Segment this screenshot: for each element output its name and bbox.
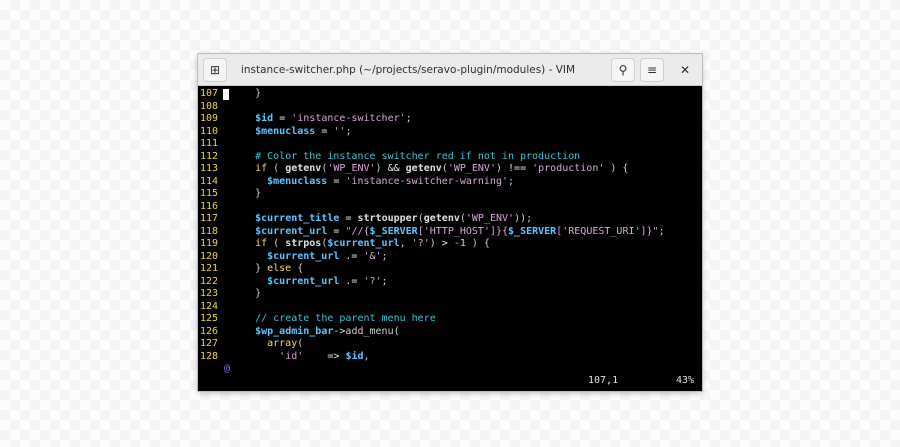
line-code: } — [231, 288, 262, 299]
close-icon: ✕ — [679, 63, 691, 77]
code-line[interactable]: 114 $menuclass = 'instance-switcher-warn… — [198, 176, 702, 189]
line-number: 114 — [200, 175, 219, 187]
vim-editor[interactable]: @ 107,1 43% 107 } 108 109 $id = 'instance-… — [198, 86, 702, 391]
line-code: $wp_admin_bar->add_menu( — [255, 325, 400, 337]
line-code: $current_url = "//{$_SERVER['HTTP_HOST']… — [255, 225, 665, 237]
code-line[interactable]: 111 — [198, 138, 702, 151]
code-line[interactable]: 117 $current_title = strtoupper(getenv('… — [198, 213, 702, 226]
line-number: 119 — [200, 238, 219, 249]
code-line[interactable]: 125 // create the parent menu here — [198, 313, 702, 326]
line-number: 117 — [200, 213, 219, 224]
line-number: 107 — [200, 88, 219, 99]
code-line[interactable]: 126 $wp_admin_bar->add_menu( — [198, 326, 702, 339]
menu-button[interactable]: ≡ — [640, 58, 664, 82]
code-line[interactable]: 115 } — [198, 188, 702, 201]
line-code: // create the parent menu here — [255, 313, 436, 324]
line-number: 127 — [200, 338, 219, 349]
line-number: 128 — [200, 350, 219, 362]
line-number: 115 — [200, 188, 219, 199]
code-line[interactable]: 118 $current_url = "//{$_SERVER['HTTP_HO… — [198, 226, 702, 239]
continuation-marker: @ — [224, 363, 231, 374]
line-code: $id = 'instance-switcher'; — [255, 113, 412, 124]
hamburger-menu-icon: ≡ — [646, 63, 658, 77]
title-bar: ⊞ instance-switcher.php (~/projects/sera… — [198, 54, 702, 86]
line-code: $menuclass = 'instance-switcher-warning'… — [267, 175, 515, 187]
vim-window: ⊞ instance-switcher.php (~/projects/sera… — [198, 54, 702, 391]
code-line[interactable]: 123 } — [198, 288, 702, 301]
line-number: 121 — [200, 263, 219, 274]
line-code: } — [231, 188, 262, 199]
window-title: instance-switcher.php (~/projects/seravo… — [240, 64, 576, 76]
code-line[interactable]: 122 $current_url .= '?'; — [198, 276, 702, 289]
code-line[interactable]: 107 } — [198, 88, 702, 101]
line-number: 109 — [200, 113, 219, 124]
line-code: array( — [267, 338, 304, 349]
line-number: 108 — [200, 100, 219, 112]
code-line[interactable]: 109 $id = 'instance-switcher'; — [198, 113, 702, 126]
line-code: 'id' => $id, — [279, 350, 370, 362]
line-number: 123 — [200, 288, 219, 299]
new-tab-button[interactable]: ⊞ — [203, 58, 227, 82]
code-line[interactable]: 110 $menuclass = ''; — [198, 126, 702, 139]
text-cursor — [223, 89, 229, 100]
line-number: 125 — [200, 313, 219, 324]
line-code: if ( strpos($current_url, '?') > -1 ) { — [255, 238, 490, 249]
code-line[interactable]: 124 — [198, 301, 702, 314]
line-number: 111 — [200, 138, 219, 149]
line-code: $current_url .= '?'; — [267, 275, 388, 287]
code-line[interactable]: 121 } else { — [198, 263, 702, 276]
search-icon: ⚲ — [618, 63, 628, 77]
line-code: $current_title = strtoupper(getenv('WP_E… — [255, 213, 533, 224]
code-line[interactable]: 127 array( — [198, 338, 702, 351]
line-number: 112 — [200, 150, 219, 162]
line-code: } — [231, 88, 262, 99]
code-line[interactable]: 119 if ( strpos($current_url, '?') > -1 … — [198, 238, 702, 251]
line-number: 110 — [200, 125, 219, 137]
code-line[interactable]: 108 — [198, 101, 702, 114]
close-button[interactable]: ✕ — [673, 58, 697, 82]
line-code: $menuclass = ''; — [255, 125, 352, 137]
line-number: 113 — [200, 163, 219, 174]
search-button[interactable]: ⚲ — [611, 58, 635, 82]
line-number: 124 — [200, 300, 219, 312]
code-line[interactable]: 120 $current_url .= '&'; — [198, 251, 702, 264]
code-line[interactable]: 112 # Color the instance switcher red if… — [198, 151, 702, 164]
code-line[interactable]: 128 'id' => $id, — [198, 351, 702, 364]
code-line[interactable]: 116 — [198, 201, 702, 214]
line-number: 120 — [200, 250, 219, 262]
new-tab-icon: ⊞ — [209, 63, 221, 77]
code-line[interactable]: 113 if ( getenv('WP_ENV') && getenv('WP_… — [198, 163, 702, 176]
line-code: # Color the instance switcher red if not… — [255, 150, 581, 162]
line-number: 122 — [200, 275, 219, 287]
scroll-percent: 43% — [676, 375, 695, 386]
line-number: 126 — [200, 325, 219, 337]
line-code: } else { — [231, 263, 304, 274]
line-code: $current_url .= '&'; — [267, 250, 388, 262]
cursor-position: 107,1 — [588, 375, 619, 386]
line-code: if ( getenv('WP_ENV') && getenv('WP_ENV'… — [255, 163, 629, 174]
line-number: 116 — [200, 200, 219, 212]
line-number: 118 — [200, 225, 219, 237]
